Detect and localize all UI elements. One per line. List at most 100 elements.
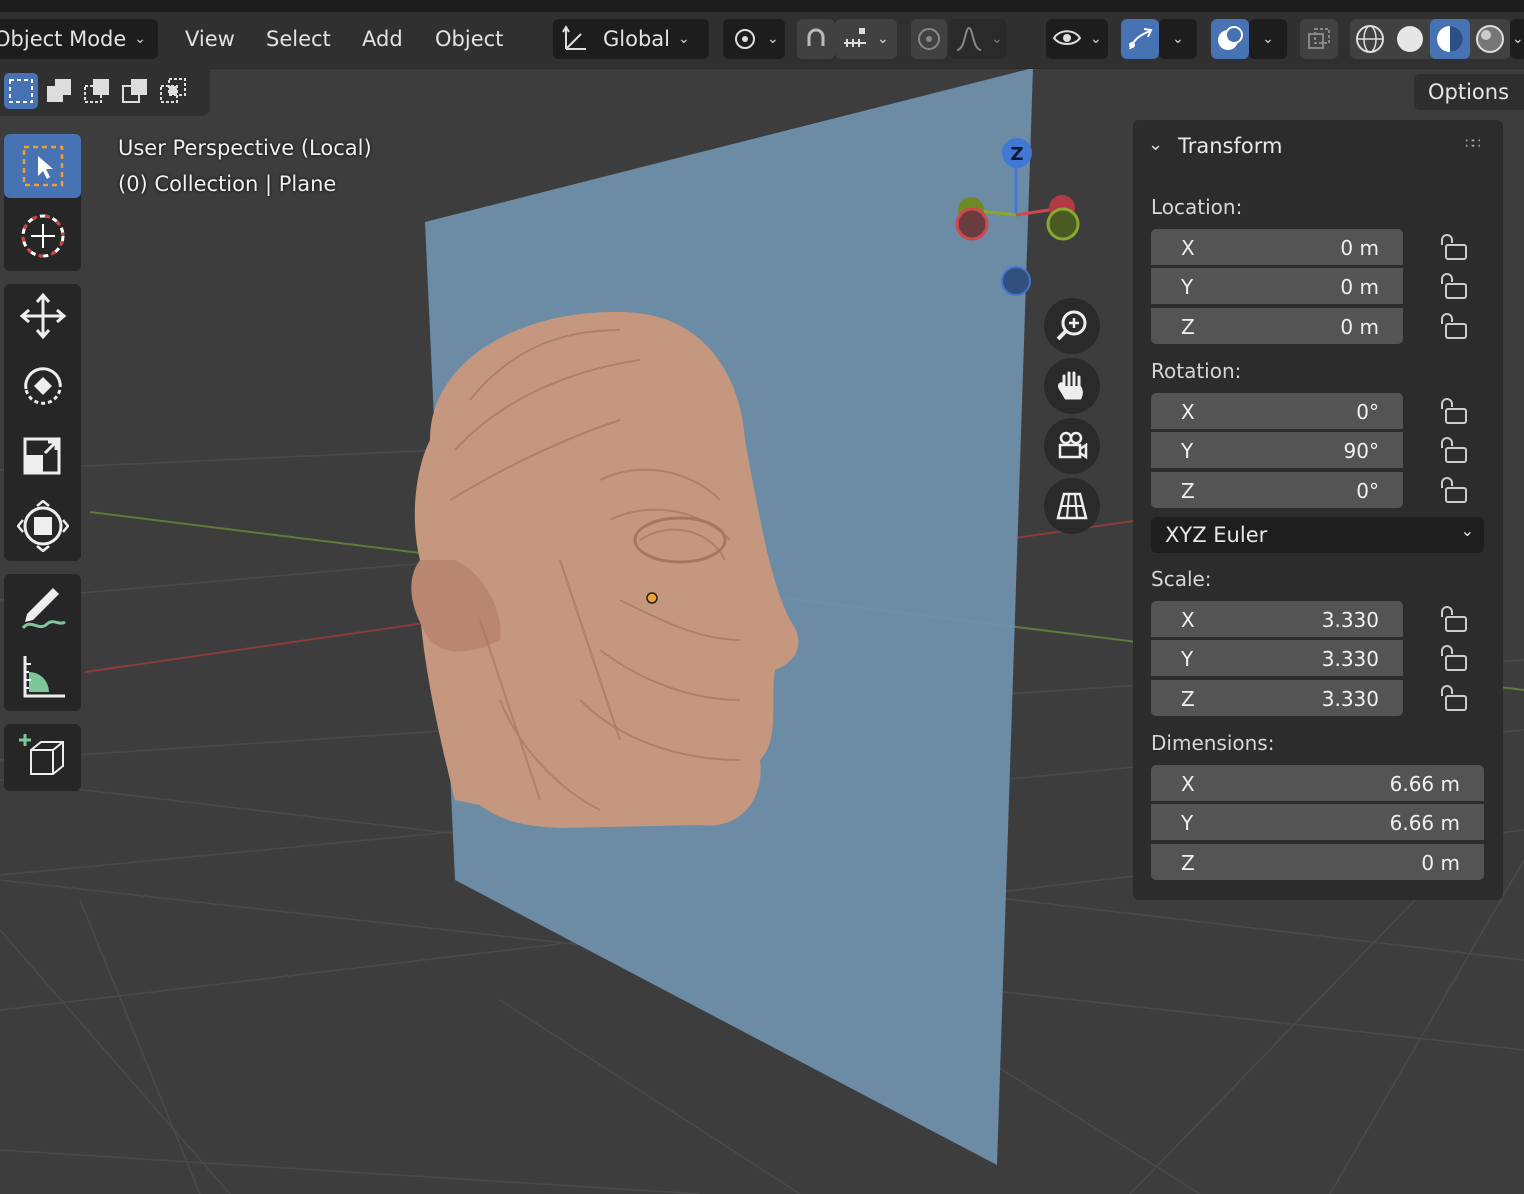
- falloff-curve-icon: [956, 26, 982, 51]
- location-label: Location:: [1151, 195, 1243, 219]
- scale-z-field[interactable]: Z 3.330: [1151, 680, 1403, 716]
- solid-sphere-icon[interactable]: [1390, 19, 1430, 59]
- select-new-button[interactable]: [4, 73, 38, 109]
- top-strip: [0, 0, 1524, 12]
- rotation-x-field[interactable]: X 0°: [1151, 393, 1403, 429]
- select-extend-icon: [47, 79, 71, 102]
- options-dropdown[interactable]: Options: [1414, 74, 1524, 110]
- rotation-mode-dropdown[interactable]: XYZ Euler ⌄: [1151, 517, 1484, 553]
- scale-icon: [23, 437, 60, 475]
- tool-annotate[interactable]: [4, 574, 81, 638]
- axis-x-label: X: [1181, 236, 1195, 260]
- collection-info-label: (0) Collection | Plane: [118, 172, 337, 196]
- lock-icon[interactable]: [1438, 311, 1470, 341]
- lock-icon[interactable]: [1438, 396, 1470, 426]
- mode-label: Object Mode: [0, 27, 127, 51]
- tool-add-cube[interactable]: [4, 724, 81, 788]
- tool-move[interactable]: [4, 284, 81, 348]
- lock-icon[interactable]: [1438, 232, 1470, 262]
- menu-add[interactable]: Add: [362, 19, 403, 59]
- chevron-down-icon: ⌄: [134, 31, 147, 47]
- axis-y-label: Y: [1181, 647, 1194, 671]
- transform-orientation-dropdown[interactable]: Global ⌄: [553, 19, 709, 59]
- gizmo-toggle[interactable]: [1121, 19, 1159, 59]
- camera-view-button[interactable]: [1044, 418, 1100, 474]
- dimensions-x-field[interactable]: X 6.66 m: [1151, 765, 1484, 801]
- collapse-chevron-icon[interactable]: ⌄: [1148, 134, 1163, 155]
- transform-panel-title[interactable]: Transform: [1178, 134, 1282, 158]
- selection-mode-bar: [0, 68, 210, 116]
- overlay-dropdown[interactable]: ⌄: [1249, 19, 1287, 59]
- select-invert-button[interactable]: [118, 73, 152, 109]
- menu-select[interactable]: Select: [266, 19, 331, 59]
- select-subtract-icon: [84, 79, 109, 103]
- proportional-edit-toggle[interactable]: [911, 19, 947, 59]
- gizmo-dropdown[interactable]: ⌄: [1159, 19, 1197, 59]
- tool-transform[interactable]: [4, 494, 81, 558]
- dimensions-y-field[interactable]: Y 6.66 m: [1151, 804, 1484, 840]
- select-extend-button[interactable]: [42, 73, 76, 109]
- pan-button[interactable]: [1044, 358, 1100, 414]
- zoom-button[interactable]: [1044, 298, 1100, 354]
- select-intersect-icon: [160, 78, 186, 103]
- proportional-edit-icon: [918, 28, 940, 50]
- rotation-y-field[interactable]: Y 90°: [1151, 432, 1403, 468]
- lock-icon[interactable]: [1438, 604, 1470, 634]
- lock-icon[interactable]: [1438, 683, 1470, 713]
- dimensions-y-value: 6.66 m: [1389, 811, 1460, 835]
- tool-measure[interactable]: [4, 644, 81, 708]
- pivot-point-dropdown[interactable]: ⌄: [723, 19, 785, 59]
- rendered-sphere-icon[interactable]: [1470, 19, 1510, 59]
- menu-object[interactable]: Object: [435, 19, 503, 59]
- wireframe-sphere-icon[interactable]: [1350, 19, 1390, 59]
- toolbar-annotate-group: [4, 574, 81, 711]
- gizmo-z-label: Z: [1010, 144, 1023, 165]
- scale-x-field[interactable]: X 3.330: [1151, 601, 1403, 637]
- lock-icon[interactable]: [1438, 643, 1470, 673]
- tool-scale[interactable]: [4, 424, 81, 488]
- menu-view[interactable]: View: [185, 19, 235, 59]
- axis-x-label: X: [1181, 772, 1195, 796]
- toolbar-transform-group: [4, 284, 81, 561]
- add-cube-icon: [18, 734, 64, 775]
- material-sphere-icon[interactable]: [1430, 19, 1470, 59]
- dimensions-z-field[interactable]: Z 0 m: [1151, 844, 1484, 880]
- measure-icon: [23, 656, 65, 698]
- rotation-label: Rotation:: [1151, 359, 1242, 383]
- camera-icon: [1058, 431, 1088, 460]
- snap-toggle[interactable]: [797, 19, 835, 59]
- select-subtract-button[interactable]: [80, 73, 114, 109]
- select-intersect-button[interactable]: [156, 73, 190, 109]
- overlay-toggle[interactable]: [1211, 19, 1249, 59]
- location-y-field[interactable]: Y 0 m: [1151, 268, 1403, 304]
- lock-icon[interactable]: [1438, 271, 1470, 301]
- rotation-z-field[interactable]: Z 0°: [1151, 472, 1403, 508]
- drag-handle-icon[interactable]: ∷∷: [1465, 136, 1481, 152]
- lock-icon[interactable]: [1438, 475, 1470, 505]
- visibility-dropdown[interactable]: ⌄: [1046, 19, 1108, 59]
- location-x-field[interactable]: X 0 m: [1151, 229, 1403, 265]
- rotation-x-value: 0°: [1356, 400, 1379, 424]
- xray-toggle[interactable]: [1300, 19, 1338, 59]
- location-z-field[interactable]: Z 0 m: [1151, 308, 1403, 344]
- view-name-label: User Perspective (Local): [118, 136, 372, 160]
- dimensions-z-value: 0 m: [1421, 851, 1460, 875]
- tool-rotate[interactable]: [4, 354, 81, 418]
- chevron-down-icon: ⌄: [1512, 31, 1524, 47]
- move-icon: [19, 292, 66, 340]
- chevron-down-icon: ⌄: [877, 31, 889, 47]
- origin-point: [646, 592, 658, 604]
- shading-dropdown[interactable]: ⌄: [1510, 19, 1524, 59]
- mode-dropdown[interactable]: Object Mode ⌄: [0, 19, 158, 59]
- axis-y-label: Y: [1181, 439, 1194, 463]
- shading-switcher[interactable]: [1350, 19, 1510, 59]
- lock-icon[interactable]: [1438, 435, 1470, 465]
- falloff-dropdown[interactable]: ⌄: [949, 19, 1007, 59]
- scale-y-field[interactable]: Y 3.330: [1151, 640, 1403, 676]
- snap-target-dropdown[interactable]: ⌄: [835, 19, 897, 59]
- tool-cursor[interactable]: [4, 204, 81, 268]
- ortho-toggle-button[interactable]: [1044, 478, 1100, 534]
- transform-icon: [16, 500, 69, 552]
- tool-select-box[interactable]: [4, 134, 81, 198]
- chevron-down-icon: ⌄: [1090, 31, 1102, 47]
